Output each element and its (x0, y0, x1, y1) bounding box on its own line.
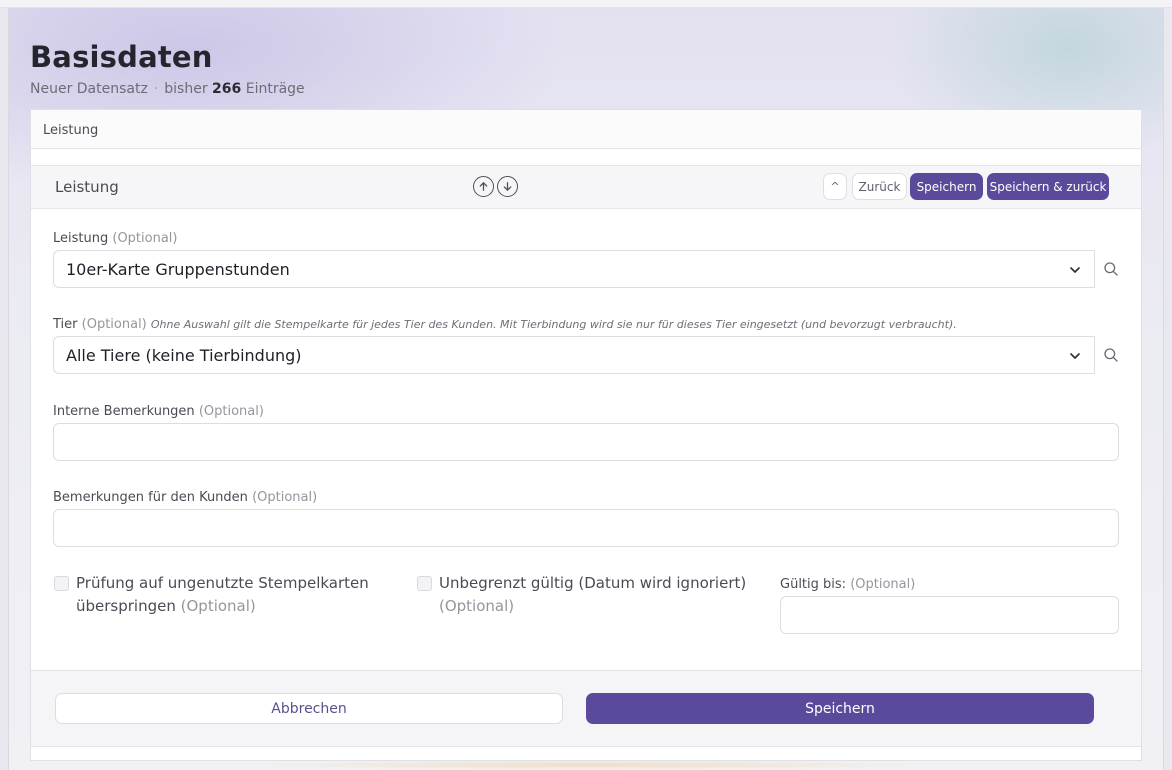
unlimited-label[interactable]: Unbegrenzt gültig (Datum wird ignoriert)… (439, 572, 759, 618)
arrow-down-circle-icon[interactable] (497, 176, 518, 197)
save-button-top[interactable]: Speichern (910, 173, 983, 200)
cancel-button[interactable]: Abbrechen (55, 693, 563, 724)
entry-count: 266 (212, 81, 242, 97)
valid-until-label-text: Gültig bis: (780, 577, 847, 592)
leistung-label-text: Leistung (53, 231, 109, 246)
back-button[interactable]: Zurück (852, 173, 907, 200)
tier-select-value: Alle Tiere (keine Tierbindung) (66, 346, 302, 365)
valid-until-label: Gültig bis: (Optional) (780, 577, 915, 592)
internal-notes-label-text: Interne Bemerkungen (53, 404, 195, 419)
bottom-glow (240, 760, 940, 770)
form-card: Leistung Leistung ^ Zurück Speichern Spe… (30, 109, 1142, 761)
skip-check-label-line1: Prüfung auf ungenutzte Stempelkarten (76, 574, 369, 592)
search-icon (1104, 262, 1118, 276)
arrow-up-circle-icon[interactable] (473, 176, 494, 197)
tier-label-text: Tier (53, 317, 78, 332)
tier-search-button[interactable] (1095, 336, 1127, 374)
section-header: Leistung ^ Zurück Speichern Speichern & … (31, 165, 1141, 209)
customer-notes-input[interactable] (53, 509, 1119, 547)
save-and-back-button[interactable]: Speichern & zurück (987, 173, 1109, 200)
chevron-down-icon (1070, 353, 1080, 359)
tier-select[interactable]: Alle Tiere (keine Tierbindung) (53, 336, 1095, 374)
subtitle-suffix: Einträge (245, 81, 305, 97)
save-button[interactable]: Speichern (586, 693, 1094, 724)
internal-notes-input[interactable] (53, 423, 1119, 461)
leistung-label: Leistung (Optional) (53, 231, 177, 246)
optional-hint: (Optional) (850, 577, 916, 592)
page-title: Basisdaten (30, 40, 213, 74)
tier-hint: Ohne Auswahl gilt die Stempelkarte für j… (150, 318, 957, 331)
optional-hint: (Optional) (81, 317, 147, 332)
chevron-down-icon (1070, 267, 1080, 273)
subtitle-prefix: bisher (164, 81, 208, 97)
optional-hint: (Optional) (252, 490, 318, 505)
optional-hint: (Optional) (439, 597, 515, 615)
internal-notes-label: Interne Bemerkungen (Optional) (53, 404, 264, 419)
valid-until-input[interactable] (780, 596, 1119, 634)
subtitle-separator: · (153, 81, 159, 97)
unlimited-checkbox[interactable] (417, 576, 432, 591)
optional-hint: (Optional) (112, 231, 178, 246)
unlimited-label-line1: Unbegrenzt gültig (Datum wird ignoriert) (439, 574, 747, 592)
collapse-button[interactable]: ^ (823, 173, 847, 200)
skip-check-checkbox[interactable] (54, 576, 69, 591)
top-edge (0, 0, 1172, 8)
customer-notes-label: Bemerkungen für den Kunden (Optional) (53, 490, 317, 505)
skip-check-label[interactable]: Prüfung auf ungenutzte Stempelkarten übe… (76, 572, 396, 618)
breadcrumb-item-leistung[interactable]: Leistung (43, 123, 98, 138)
customer-notes-label-text: Bemerkungen für den Kunden (53, 490, 248, 505)
breadcrumb: Leistung (31, 110, 1141, 149)
page-subtitle: Neuer Datensatz · bisher 266 Einträge (30, 81, 305, 97)
leistung-search-button[interactable] (1095, 250, 1127, 288)
optional-hint: (Optional) (180, 597, 256, 615)
leistung-select-value: 10er-Karte Gruppenstunden (66, 260, 290, 279)
section-title: Leistung (55, 178, 119, 196)
search-icon (1104, 348, 1118, 362)
leistung-select[interactable]: 10er-Karte Gruppenstunden (53, 250, 1095, 288)
skip-check-label-line2: überspringen (76, 597, 176, 615)
tier-label: Tier (Optional) Ohne Auswahl gilt die St… (53, 317, 957, 332)
subtitle-status: Neuer Datensatz (30, 81, 148, 97)
form-footer: Abbrechen Speichern (31, 670, 1141, 747)
optional-hint: (Optional) (198, 404, 264, 419)
